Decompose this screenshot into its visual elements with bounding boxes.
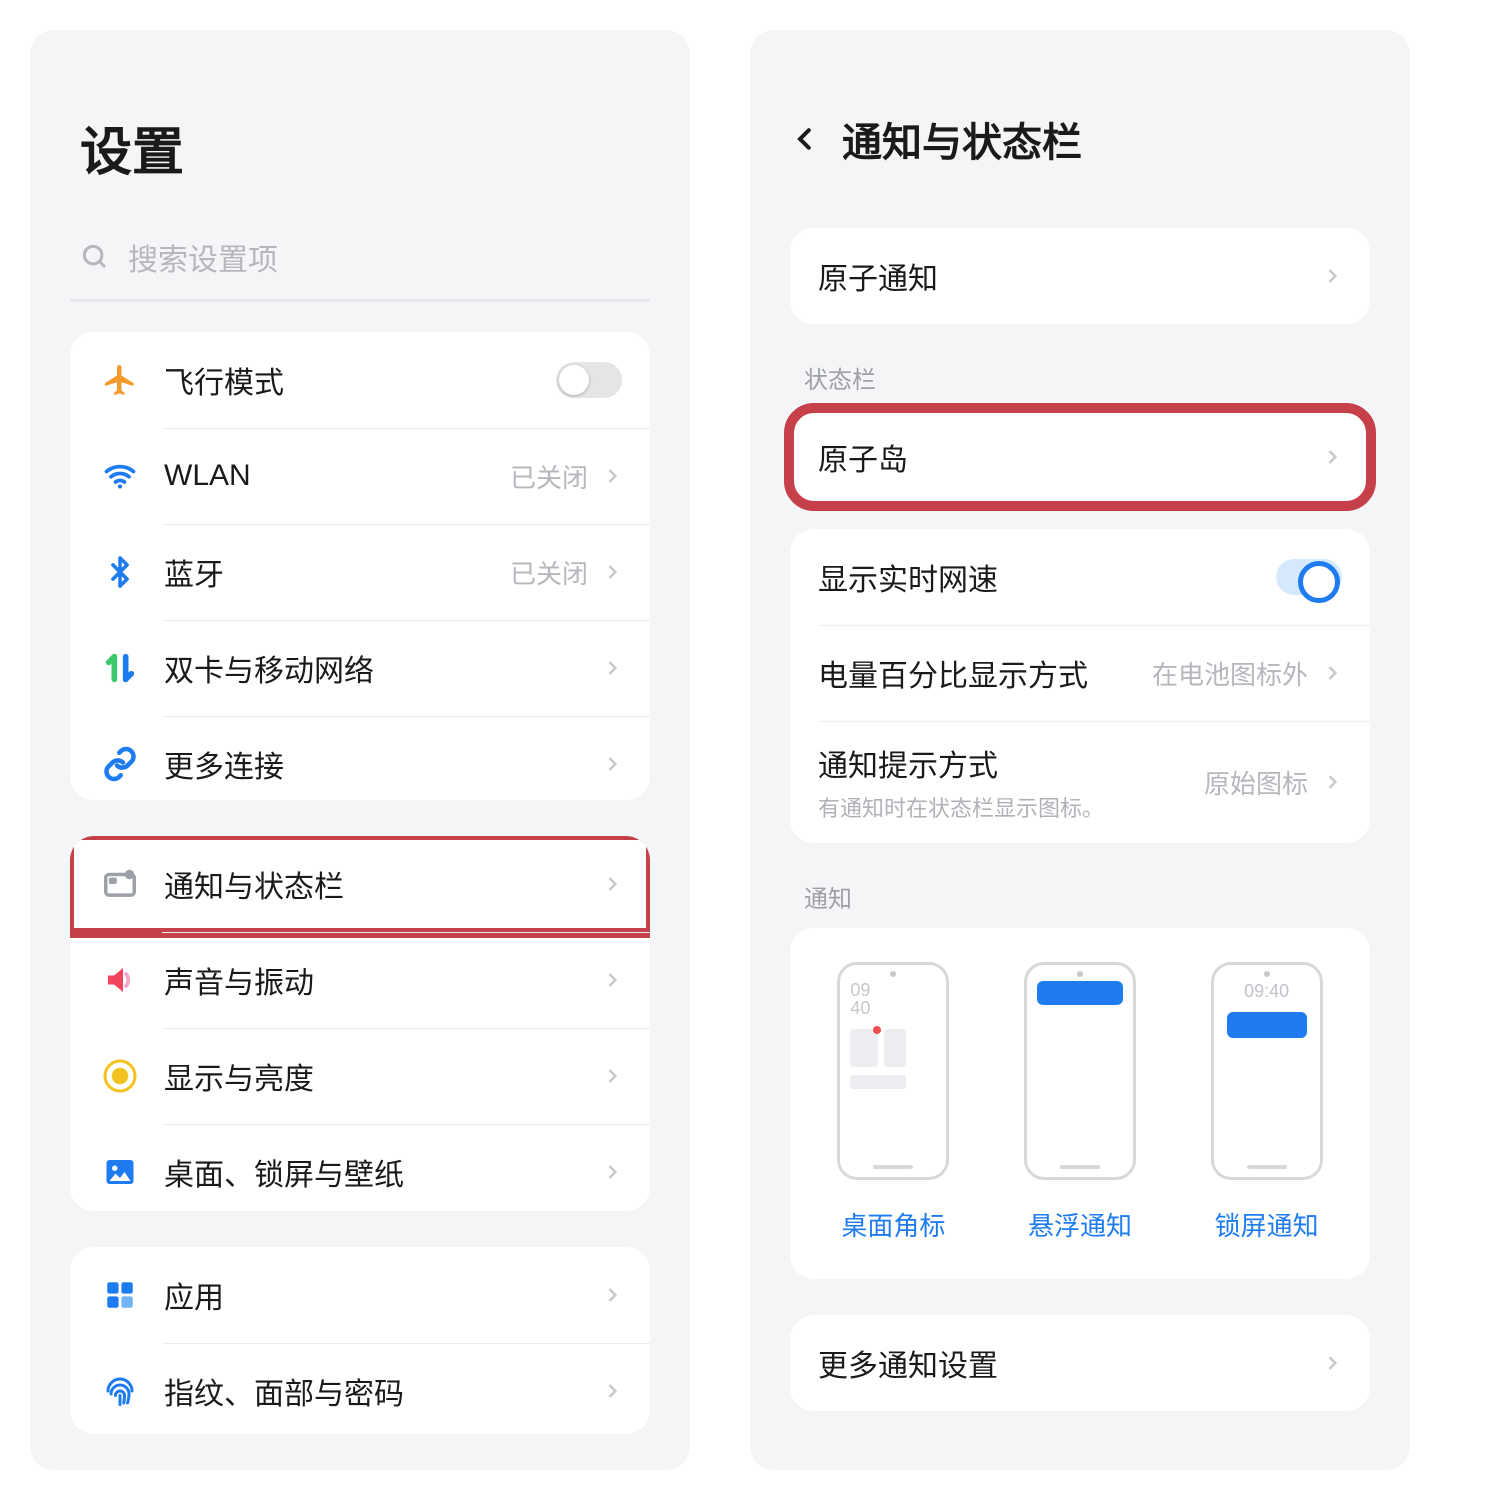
section-statusbar-label: 状态栏: [804, 360, 1370, 395]
row-notification-statusbar[interactable]: 通知与状态栏: [70, 836, 650, 932]
preview-banner[interactable]: 悬浮通知: [1024, 962, 1136, 1243]
row-atom-notification[interactable]: 原子通知: [790, 228, 1370, 324]
speaker-icon: [98, 958, 142, 1002]
bluetooth-label: 蓝牙: [164, 550, 510, 594]
wlan-status: 已关闭: [510, 458, 588, 495]
more-notif-label: 更多通知设置: [818, 1341, 1322, 1385]
row-display-brightness[interactable]: 显示与亮度: [70, 1028, 650, 1124]
row-net-speed[interactable]: 显示实时网速: [790, 529, 1370, 625]
link-icon: [98, 742, 142, 786]
airplane-icon: [98, 358, 142, 402]
group-apps-security: 应用 指纹、面部与密码: [70, 1247, 650, 1434]
statusbar-icon: [98, 862, 142, 906]
battery-pct-label: 电量百分比显示方式: [818, 651, 1152, 695]
chevron-right-icon: [1322, 266, 1342, 286]
detail-header: 通知与状态栏: [790, 110, 1370, 168]
row-more-notification-settings[interactable]: 更多通知设置: [790, 1315, 1370, 1411]
sound-label: 声音与振动: [164, 958, 602, 1002]
search-placeholder: 搜索设置项: [128, 235, 278, 279]
detail-title: 通知与状态栏: [842, 110, 1082, 168]
wlan-label: WLAN: [164, 459, 510, 493]
apps-icon: [98, 1273, 142, 1317]
group-personalization: 通知与状态栏 声音与振动 显示与亮度 桌: [70, 836, 650, 1211]
biometrics-label: 指纹、面部与密码: [164, 1369, 602, 1413]
row-atom-island[interactable]: 原子岛: [790, 409, 1370, 505]
phone-mock-badge: 0940: [837, 962, 949, 1180]
group-atom-notif: 原子通知: [790, 228, 1370, 324]
row-dual-sim[interactable]: 双卡与移动网络: [70, 620, 650, 716]
notif-style-sub: 有通知时在状态栏显示图标。: [818, 791, 1204, 823]
search-bar[interactable]: 搜索设置项: [70, 235, 650, 302]
chevron-right-icon: [602, 1162, 622, 1182]
group-more-notif: 更多通知设置: [790, 1315, 1370, 1411]
search-icon: [80, 242, 110, 272]
row-notif-style[interactable]: 通知提示方式 有通知时在状态栏显示图标。 原始图标: [790, 721, 1370, 843]
phone-mock-banner: [1024, 962, 1136, 1180]
group-statusbar-opts: 显示实时网速 电量百分比显示方式 在电池图标外 通知提示方式 有通知时在状态栏显…: [790, 529, 1370, 843]
airplane-label: 飞行模式: [164, 358, 556, 402]
preview-badge-label: 桌面角标: [841, 1206, 945, 1243]
settings-detail-pane: 通知与状态栏 原子通知 状态栏 原子岛 显示实时网速 电量百分比显示方式 在电池…: [750, 30, 1410, 1470]
brightness-icon: [98, 1054, 142, 1098]
page-title: 设置: [80, 110, 650, 185]
row-bluetooth[interactable]: 蓝牙 已关闭: [70, 524, 650, 620]
chevron-right-icon: [602, 562, 622, 582]
display-label: 显示与亮度: [164, 1054, 602, 1098]
back-icon[interactable]: [790, 124, 820, 154]
section-notification-label: 通知: [804, 879, 1370, 914]
settings-main-pane: 设置 搜索设置项 飞行模式 WLAN 已关闭: [30, 30, 690, 1470]
row-airplane-mode[interactable]: 飞行模式: [70, 332, 650, 428]
row-wlan[interactable]: WLAN 已关闭: [70, 428, 650, 524]
group-connectivity: 飞行模式 WLAN 已关闭 蓝牙 已关闭: [70, 332, 650, 800]
dual-sim-label: 双卡与移动网络: [164, 646, 602, 690]
chevron-right-icon: [602, 658, 622, 678]
row-more-connections[interactable]: 更多连接: [70, 716, 650, 800]
preview-banner-label: 悬浮通知: [1028, 1206, 1132, 1243]
fingerprint-icon: [98, 1369, 142, 1413]
battery-pct-value: 在电池图标外: [1152, 655, 1308, 692]
bluetooth-status: 已关闭: [510, 554, 588, 591]
apps-label: 应用: [164, 1273, 602, 1317]
chevron-right-icon: [602, 970, 622, 990]
chevron-right-icon: [602, 1285, 622, 1305]
chevron-right-icon: [602, 466, 622, 486]
picture-icon: [98, 1150, 142, 1194]
more-conn-label: 更多连接: [164, 742, 602, 786]
notif-status-label: 通知与状态栏: [164, 862, 602, 906]
atom-island-label: 原子岛: [818, 435, 1322, 479]
dual-sim-icon: [98, 646, 142, 690]
row-apps[interactable]: 应用: [70, 1247, 650, 1343]
airplane-toggle[interactable]: [556, 362, 622, 398]
net-speed-toggle[interactable]: [1276, 559, 1342, 595]
row-battery-percent[interactable]: 电量百分比显示方式 在电池图标外: [790, 625, 1370, 721]
chevron-right-icon: [602, 874, 622, 894]
chevron-right-icon: [1322, 1353, 1342, 1373]
phone-mock-lockscreen: 09:40: [1211, 962, 1323, 1180]
preview-lockscreen-label: 锁屏通知: [1215, 1206, 1319, 1243]
atom-notif-label: 原子通知: [818, 254, 1322, 298]
row-sound-vibration[interactable]: 声音与振动: [70, 932, 650, 1028]
chevron-right-icon: [1322, 447, 1342, 467]
row-biometrics[interactable]: 指纹、面部与密码: [70, 1343, 650, 1434]
chevron-right-icon: [602, 1066, 622, 1086]
chevron-right-icon: [1322, 663, 1342, 683]
net-speed-label: 显示实时网速: [818, 555, 1276, 599]
preview-badge[interactable]: 0940 桌面角标: [837, 962, 949, 1243]
notif-style-value: 原始图标: [1204, 764, 1308, 801]
chevron-right-icon: [1322, 772, 1342, 792]
group-atom-island: 原子岛: [790, 409, 1370, 505]
notif-style-label: 通知提示方式: [818, 741, 1204, 785]
chevron-right-icon: [602, 754, 622, 774]
row-wallpaper[interactable]: 桌面、锁屏与壁纸: [70, 1124, 650, 1211]
preview-lockscreen[interactable]: 09:40 锁屏通知: [1211, 962, 1323, 1243]
bluetooth-icon: [98, 550, 142, 594]
wallpaper-label: 桌面、锁屏与壁纸: [164, 1150, 602, 1194]
wifi-icon: [98, 454, 142, 498]
group-notification-previews: 0940 桌面角标 悬浮通知: [790, 928, 1370, 1279]
chevron-right-icon: [602, 1381, 622, 1401]
